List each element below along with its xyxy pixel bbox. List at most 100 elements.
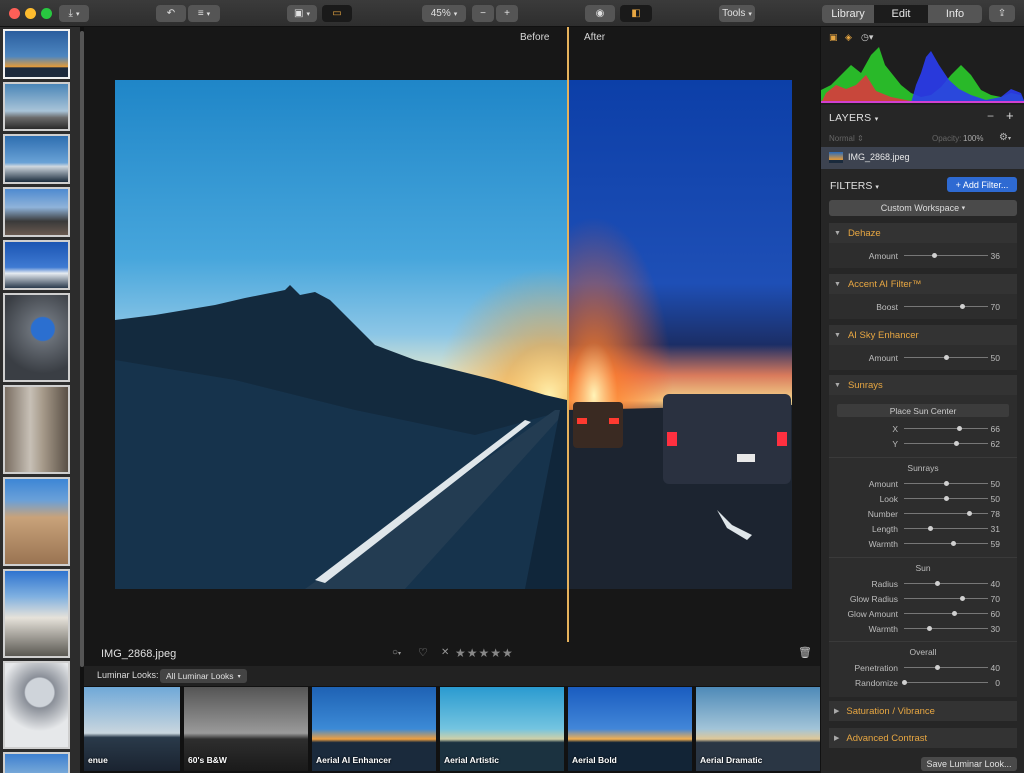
filmstrip-thumbnail[interactable] — [3, 29, 70, 79]
looks-category-select[interactable]: All Luminar Looks ▾ — [160, 669, 247, 683]
slider-knob[interactable] — [953, 441, 959, 446]
tab-info[interactable]: Info — [928, 5, 982, 23]
look-item[interactable]: Aerial AI Enhancer — [312, 687, 436, 771]
filmstrip-thumbnail[interactable] — [3, 134, 70, 184]
slider-knob[interactable] — [943, 355, 949, 360]
zoom-out-button[interactable]: − — [472, 5, 494, 22]
filmstrip-thumbnail[interactable] — [3, 187, 70, 237]
history-button[interactable]: ≡ ▾ — [188, 5, 220, 22]
preview-button[interactable]: ◉ — [585, 5, 615, 22]
layer-settings-button[interactable]: ⚙▾ — [999, 132, 1011, 143]
dehaze-amount-slider[interactable]: Amount 36 — [829, 249, 1017, 263]
look-item[interactable]: enue — [84, 687, 180, 771]
sun-y-slider[interactable]: Y 62 — [829, 437, 1017, 451]
add-filter-button[interactable]: + Add Filter... — [947, 177, 1017, 192]
sun-x-slider[interactable]: X 66 — [829, 422, 1017, 436]
tab-edit[interactable]: Edit — [874, 5, 928, 23]
layers-title[interactable]: LAYERS ▾ — [829, 112, 879, 124]
slider-knob[interactable] — [967, 511, 973, 516]
glow-amount-slider[interactable]: Glow Amount 60 — [829, 607, 1017, 621]
sun-warmth-slider[interactable]: Warmth 30 — [829, 622, 1017, 636]
sunrays-amount-slider[interactable]: Amount 50 — [829, 477, 1017, 491]
image-viewer[interactable]: Before After — [84, 27, 820, 642]
workspace-select[interactable]: Custom Workspace ▾ — [829, 200, 1017, 216]
slider-knob[interactable] — [926, 626, 932, 631]
look-item[interactable]: Aerial Dramatic — [696, 687, 820, 771]
slider-knob[interactable] — [951, 611, 957, 616]
sun-radius-slider[interactable]: Radius 40 — [829, 577, 1017, 591]
accent-header[interactable]: ▼ Accent AI Filter™ — [829, 274, 1017, 294]
filmstrip-thumbnail[interactable] — [3, 752, 70, 773]
chevron-down-icon: ▾ — [75, 10, 80, 18]
sunrays-length-slider[interactable]: Length 31 — [829, 522, 1017, 536]
color-label-button[interactable]: ○▾ — [392, 647, 401, 658]
sky-amount-slider[interactable]: Amount 50 — [829, 351, 1017, 365]
delete-button[interactable]: 🗑 — [798, 646, 812, 659]
reject-button[interactable]: ✕ — [441, 647, 449, 658]
slider-knob[interactable] — [935, 665, 941, 670]
penetration-slider[interactable]: Penetration 40 — [829, 661, 1017, 675]
dehaze-header[interactable]: ▼ Dehaze — [829, 223, 1017, 243]
before-after-divider[interactable] — [567, 27, 569, 642]
layers-stack-icon[interactable]: ◈ — [845, 32, 852, 43]
slider-knob[interactable] — [927, 526, 933, 531]
slider-knob[interactable] — [943, 481, 949, 486]
look-item[interactable]: Aerial Bold — [568, 687, 692, 771]
sunrays-warmth-slider[interactable]: Warmth 59 — [829, 537, 1017, 551]
look-item[interactable]: Aerial Artistic — [440, 687, 564, 771]
slider-knob[interactable] — [960, 304, 966, 309]
save-look-button[interactable]: Save Luminar Look... — [921, 757, 1017, 771]
sunrays-header[interactable]: ▼ Sunrays — [829, 375, 1017, 395]
undo-icon: ↶ — [166, 8, 176, 19]
panel-toggle-button[interactable]: ▣ ▾ — [287, 5, 317, 22]
zoom-select[interactable]: 45% ▾ — [422, 5, 466, 22]
close-window-button[interactable] — [9, 8, 20, 19]
sky-header[interactable]: ▼ AI Sky Enhancer — [829, 325, 1017, 345]
slider-knob[interactable] — [901, 680, 907, 685]
minimize-window-button[interactable] — [25, 8, 36, 19]
share-button[interactable]: ⇪ — [989, 5, 1015, 22]
import-button[interactable]: ⤓ ▾ — [59, 5, 89, 22]
tab-library[interactable]: Library — [822, 5, 874, 23]
favorite-button[interactable]: ♡ — [418, 646, 428, 659]
glow-radius-slider[interactable]: Glow Radius 70 — [829, 592, 1017, 606]
slider-knob[interactable] — [931, 253, 937, 258]
filmstrip-thumbnail[interactable] — [3, 569, 70, 658]
saturation-vibrance-header[interactable]: ▶ Saturation / Vibrance — [829, 701, 1017, 721]
tools-menu[interactable]: Tools ▾ — [719, 5, 755, 22]
slider-knob[interactable] — [943, 496, 949, 501]
slider-knob[interactable] — [951, 541, 957, 546]
filmstrip-thumbnail[interactable] — [3, 661, 70, 749]
filmstrip-thumbnail[interactable] — [3, 293, 70, 382]
image-icon[interactable]: ▣ — [829, 32, 838, 43]
sunrays-number-slider[interactable]: Number 78 — [829, 507, 1017, 521]
slider-knob[interactable] — [960, 596, 966, 601]
accent-boost-slider[interactable]: Boost 70 — [829, 300, 1017, 314]
slider-knob[interactable] — [956, 426, 962, 431]
opacity-value[interactable]: 100% — [963, 134, 983, 143]
zoom-in-button[interactable]: + — [496, 5, 518, 22]
star-rating[interactable]: ★★★★★ — [455, 646, 514, 660]
advanced-contrast-header[interactable]: ▶ Advanced Contrast — [829, 728, 1017, 748]
filmstrip-thumbnail[interactable] — [3, 477, 70, 566]
filmstrip-thumbnail[interactable] — [3, 240, 70, 290]
filmstrip-thumbnail[interactable] — [3, 385, 70, 474]
filmstrip-thumbnail[interactable] — [3, 82, 70, 131]
undo-button[interactable]: ↶ — [156, 5, 186, 22]
history-icon[interactable]: ◷▾ — [861, 32, 873, 43]
remove-layer-button[interactable]: − — [987, 109, 994, 123]
chevron-down-icon: ▾ — [206, 10, 211, 18]
photo-canvas[interactable] — [115, 80, 792, 589]
blend-mode-select[interactable]: Normal ⇕ — [829, 134, 864, 143]
sunrays-look-slider[interactable]: Look 50 — [829, 492, 1017, 506]
add-layer-button[interactable]: + — [1006, 108, 1014, 123]
filters-title[interactable]: FILTERS ▾ — [830, 180, 879, 192]
slider-knob[interactable] — [935, 581, 941, 586]
zoom-window-button[interactable] — [41, 8, 52, 19]
layer-row[interactable]: IMG_2868.jpeg — [821, 147, 1024, 169]
look-item[interactable]: 60's B&W — [184, 687, 308, 771]
randomize-slider[interactable]: Randomize 0 — [829, 676, 1017, 690]
place-sun-center-button[interactable]: Place Sun Center — [837, 404, 1009, 417]
compare-button[interactable]: ◧ — [620, 5, 652, 22]
filmstrip-toggle-button[interactable]: ▭ — [322, 5, 352, 22]
